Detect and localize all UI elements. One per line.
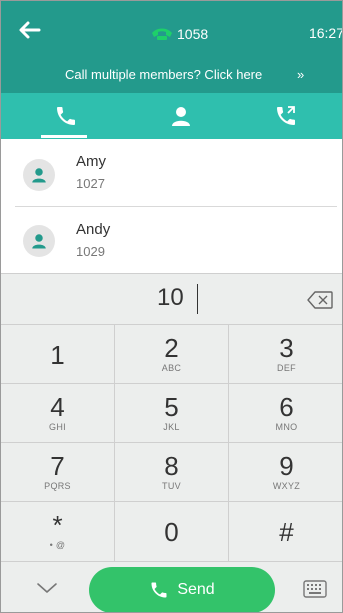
contact-name: Amy bbox=[76, 153, 106, 170]
key-letters: PQRS bbox=[44, 481, 71, 491]
key-digit: 7 bbox=[50, 451, 65, 481]
key-5[interactable]: 5 JKL bbox=[115, 384, 229, 443]
avatar bbox=[23, 225, 55, 257]
key-letters: ABC bbox=[161, 363, 182, 373]
send-label: Send bbox=[177, 581, 215, 598]
dialed-number: 10 bbox=[157, 284, 184, 311]
dialer-screen: 1058 16:27 Call multiple members? Click … bbox=[0, 0, 343, 613]
keyboard-icon[interactable] bbox=[303, 578, 327, 600]
phone-icon bbox=[151, 582, 167, 598]
key-digit: 0 bbox=[164, 517, 179, 547]
key-letters: JKL bbox=[163, 422, 180, 432]
text-cursor bbox=[197, 284, 198, 314]
key-1[interactable]: 1 bbox=[1, 325, 115, 384]
avatar bbox=[23, 159, 55, 191]
banner-text: Call multiple members? Click here bbox=[65, 67, 263, 82]
key-digit: 5 bbox=[164, 392, 179, 422]
key-4[interactable]: 4 GHI bbox=[1, 384, 115, 443]
key-6[interactable]: 6 MNO bbox=[229, 384, 342, 443]
phone-icon bbox=[57, 107, 75, 125]
key-letters: DEF bbox=[277, 363, 296, 373]
double-chevron-right-icon: » bbox=[297, 67, 305, 82]
call-history-icon bbox=[277, 106, 295, 125]
key-digit: 8 bbox=[164, 451, 179, 481]
keypad: 1 2 ABC 3 DEF 4 GHI 5 JKL 6 MNO 7 PQRS 8… bbox=[1, 325, 342, 561]
list-item[interactable]: Andy 1029 bbox=[1, 215, 342, 271]
contact-number: 1029 bbox=[76, 244, 105, 259]
key-7[interactable]: 7 PQRS bbox=[1, 443, 115, 502]
active-tab-indicator bbox=[41, 135, 87, 138]
contact-name: Andy bbox=[76, 221, 111, 238]
key-digit: 6 bbox=[279, 392, 294, 422]
key-9[interactable]: 9 WXYZ bbox=[229, 443, 342, 502]
tab-dial[interactable] bbox=[11, 93, 121, 139]
key-letters: • @ bbox=[49, 540, 66, 550]
tab-call-history[interactable] bbox=[231, 93, 341, 139]
key-8[interactable]: 8 TUV bbox=[115, 443, 229, 502]
tab-bar bbox=[1, 93, 342, 139]
backspace-icon[interactable] bbox=[307, 291, 333, 309]
key-digit: 4 bbox=[50, 392, 65, 422]
key-0[interactable]: 0 bbox=[115, 502, 229, 561]
key-letters: GHI bbox=[49, 422, 66, 432]
status-bar: 1058 16:27 bbox=[1, 1, 343, 59]
key-digit: 3 bbox=[279, 333, 294, 363]
chevron-down-icon[interactable] bbox=[35, 576, 59, 600]
key-digit: 1 bbox=[50, 340, 65, 370]
contact-number: 1027 bbox=[76, 176, 105, 191]
key-3[interactable]: 3 DEF bbox=[229, 325, 342, 384]
list-item[interactable]: Amy 1027 bbox=[1, 147, 342, 203]
bottom-bar: Send bbox=[1, 561, 342, 612]
contact-icon bbox=[32, 168, 46, 183]
tab-directory[interactable] bbox=[126, 93, 236, 139]
back-arrow-icon[interactable] bbox=[17, 17, 43, 43]
send-button[interactable]: Send bbox=[89, 567, 275, 612]
line-number: 1058 bbox=[177, 26, 209, 42]
multi-call-banner[interactable]: Call multiple members? Click here » bbox=[1, 59, 342, 93]
key-letters: MNO bbox=[275, 422, 298, 432]
dial-input[interactable]: 10 bbox=[1, 273, 342, 325]
key-digit: 2 bbox=[164, 333, 179, 363]
contact-icon bbox=[172, 107, 190, 126]
divider bbox=[15, 206, 337, 207]
key-digit: * bbox=[52, 510, 63, 540]
key-2[interactable]: 2 ABC bbox=[115, 325, 229, 384]
key-letters: TUV bbox=[162, 481, 181, 491]
contact-icon bbox=[32, 234, 46, 249]
contact-list: Amy 1027 Andy 1029 bbox=[1, 139, 342, 259]
handset-icon bbox=[152, 28, 172, 40]
key-hash[interactable]: # bbox=[229, 502, 342, 561]
key-letters: WXYZ bbox=[272, 481, 301, 491]
line-indicator: 1058 bbox=[151, 25, 208, 43]
key-digit: 9 bbox=[279, 451, 294, 481]
clock: 16:27 bbox=[308, 25, 343, 41]
key-star[interactable]: * • @ bbox=[1, 502, 115, 561]
key-digit: # bbox=[279, 517, 294, 547]
